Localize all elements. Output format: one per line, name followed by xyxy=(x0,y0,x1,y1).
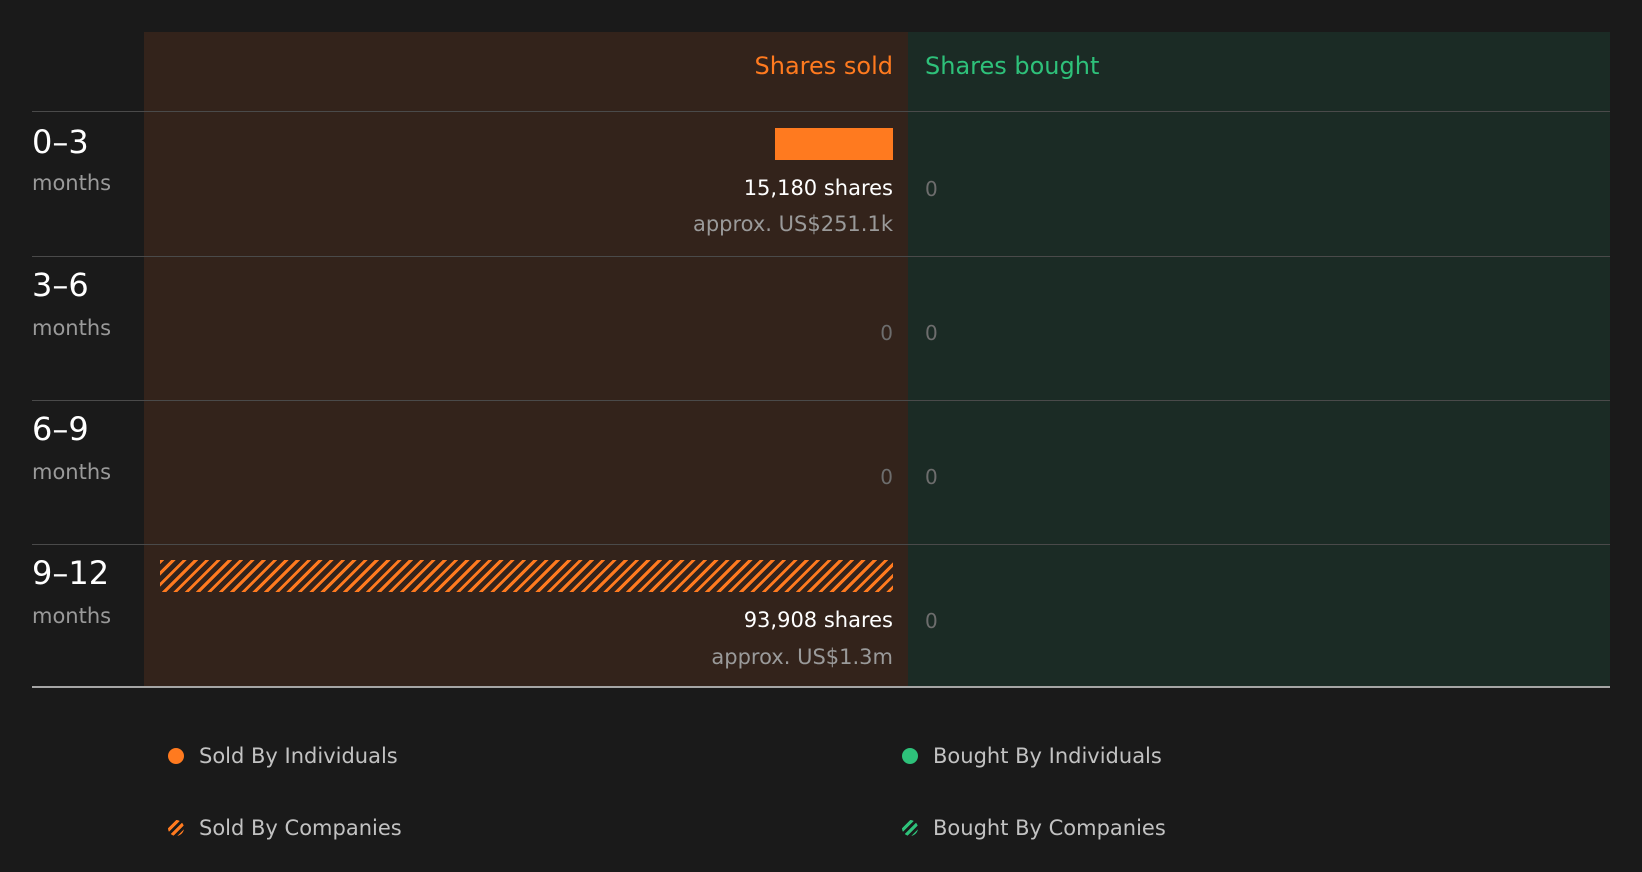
legend-swatch-sold-companies-icon xyxy=(168,820,184,836)
legend-label: Bought By Companies xyxy=(933,816,1166,840)
legend-swatch-sold-individuals-icon xyxy=(168,748,184,764)
period-unit-9-12: months xyxy=(32,604,112,628)
shares-bought-header: Shares bought xyxy=(925,52,1100,80)
legend-label: Sold By Companies xyxy=(199,816,402,840)
row-divider xyxy=(32,400,1610,401)
legend-sold-companies[interactable]: Sold By Companies xyxy=(168,816,402,840)
row-divider xyxy=(32,256,1610,257)
legend-bought-companies[interactable]: Bought By Companies xyxy=(902,816,1166,840)
bought-zero-3-6: 0 xyxy=(925,321,938,345)
row-divider xyxy=(32,544,1610,545)
bar-sold-individuals-0-3 xyxy=(775,128,893,160)
row-divider xyxy=(32,111,1610,112)
sold-shares-9-12: 93,908 shares xyxy=(743,608,893,632)
sold-zero-6-9: 0 xyxy=(880,465,893,489)
period-label-9-12: 9–12 xyxy=(32,554,110,592)
period-unit-6-9: months xyxy=(32,460,112,484)
legend-label: Sold By Individuals xyxy=(199,744,398,768)
legend-sold-individuals[interactable]: Sold By Individuals xyxy=(168,744,398,768)
bought-zero-0-3: 0 xyxy=(925,177,938,201)
bought-zero-9-12: 0 xyxy=(925,609,938,633)
chart-baseline xyxy=(32,686,1610,688)
legend-bought-individuals[interactable]: Bought By Individuals xyxy=(902,744,1162,768)
sold-value-9-12: approx. US$1.3m xyxy=(711,645,893,669)
bought-zero-6-9: 0 xyxy=(925,465,938,489)
sold-value-0-3: approx. US$251.1k xyxy=(692,212,893,236)
shares-bought-panel xyxy=(908,32,1610,687)
period-unit-3-6: months xyxy=(32,316,112,340)
legend-label: Bought By Individuals xyxy=(933,744,1162,768)
period-label-0-3: 0–3 xyxy=(32,123,89,161)
period-unit-0-3: months xyxy=(32,171,112,195)
legend-swatch-bought-individuals-icon xyxy=(902,748,918,764)
sold-zero-3-6: 0 xyxy=(880,321,893,345)
period-label-3-6: 3–6 xyxy=(32,266,89,304)
sold-shares-0-3: 15,180 shares xyxy=(743,176,893,200)
period-label-6-9: 6–9 xyxy=(32,410,89,448)
bar-sold-companies-9-12 xyxy=(160,560,893,592)
shares-sold-header: Shares sold xyxy=(754,52,893,80)
legend-swatch-bought-companies-icon xyxy=(902,820,918,836)
